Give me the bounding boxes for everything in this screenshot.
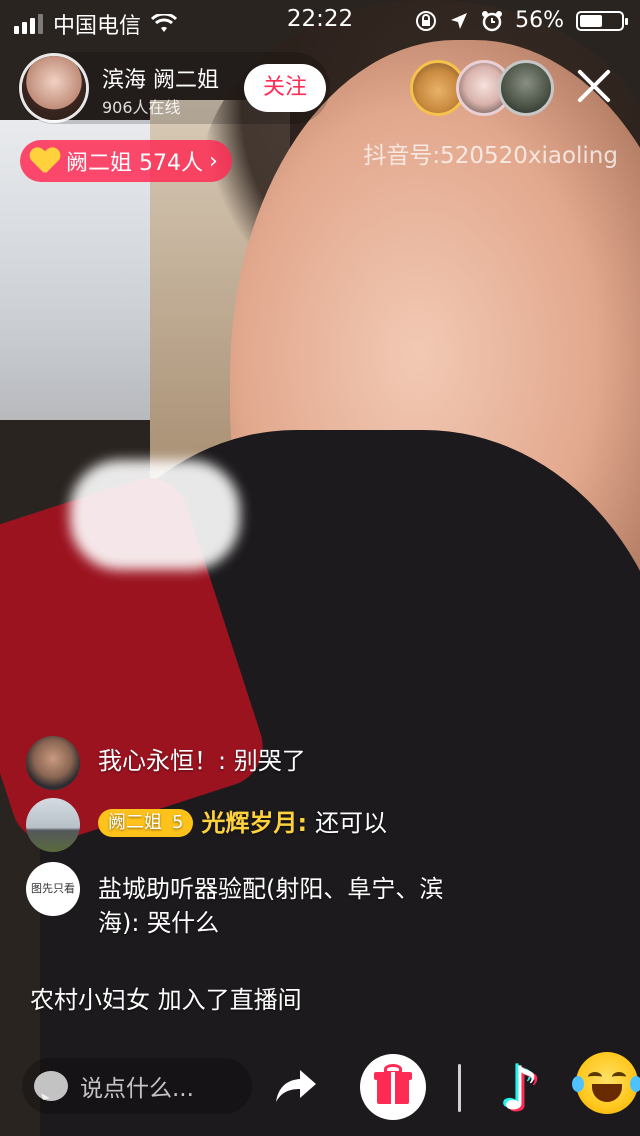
viewer-avatar-3[interactable] [498,60,554,116]
chat-message-text: 盐城助听器验配(射阳、阜宁、滨海): 哭什么 [98,875,444,937]
chat-message[interactable]: 我心永恒！: 别哭了 [26,736,306,790]
douyin-id: 抖音号:520520xiaoling [363,143,618,169]
white-blur [70,460,240,570]
comment-input[interactable]: 说点什么... [22,1058,252,1114]
join-notice: 农村小妇女 加入了直播间 [30,986,302,1014]
badge-level: 5 [172,812,184,833]
heart-icon [30,148,60,174]
fan-level-badge: 阙二姐 5 [98,809,194,837]
laughing-crying-emoji-icon[interactable] [572,1052,640,1114]
gift-button[interactable] [360,1054,426,1120]
gift-ribbon [391,1072,395,1104]
chat-avatar[interactable] [26,736,80,790]
battery-fill [580,14,603,27]
chat-message-text: 我心永恒！: 别哭了 [98,747,306,775]
fan-club-badge[interactable]: 阙二姐 574人 › [20,140,232,182]
chat-avatar[interactable] [26,798,80,852]
host-info[interactable]: 滨海 阙二姐 906人在线 关注 [18,52,330,124]
bottom-bar: 说点什么... ♪ ♪ ♪ [0,1036,640,1136]
fan-club-label: 阙二姐 574人 [66,151,203,176]
badge-name: 阙二姐 [108,812,162,833]
chat-avatar[interactable]: 图先只看 [26,862,80,916]
chevron-right-icon: › [209,148,218,174]
chat-bubble-icon [34,1071,68,1101]
location-icon [451,12,468,29]
battery-percent: 56% [515,8,564,33]
rotation-lock-icon [416,10,437,31]
status-bar: 中国电信 22:22 56% [0,0,640,40]
comment-placeholder: 说点什么... [80,1076,194,1102]
divider [458,1064,461,1112]
chat-message[interactable]: 图先只看 盐城助听器验配(射阳、阜宁、滨海): 哭什么 [26,862,458,940]
chat-username[interactable]: 光辉岁月: [201,806,307,840]
share-arrow-icon[interactable] [274,1068,318,1104]
alarm-icon [482,10,503,31]
chat-message-text: 阙二姐 5 光辉岁月: 还可以 [98,806,387,840]
close-icon[interactable] [570,62,618,110]
status-right: 56% [415,8,628,33]
host-avatar[interactable] [22,56,86,120]
battery-icon [576,10,628,31]
tiktok-logo-icon[interactable]: ♪ ♪ ♪ [492,1050,562,1126]
chat-content: 还可以 [315,809,388,837]
online-count: 906人在线 [102,98,181,117]
chat-message[interactable]: 阙二姐 5 光辉岁月: 还可以 [26,798,387,852]
host-name: 滨海 阙二姐 [102,68,219,93]
follow-button[interactable]: 关注 [244,64,326,112]
